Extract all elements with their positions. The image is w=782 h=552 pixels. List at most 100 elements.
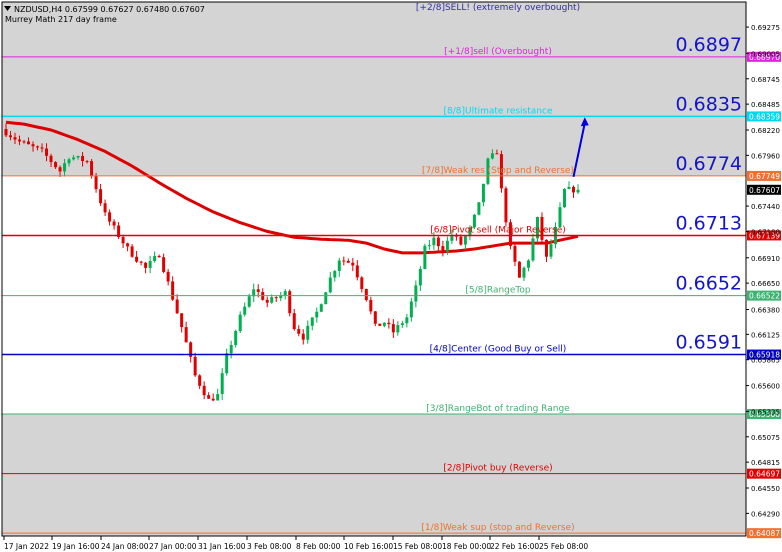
price-axis-label: 0.64815 [751,459,780,467]
level-price-tag-text: 0.64697 [749,470,780,479]
candle-body [544,239,548,257]
candle-body [310,317,314,326]
price-axis-label: 0.64550 [751,485,780,493]
candle-body [108,212,112,222]
murrey-level-label: [+1/8]sell (Overbought) [444,47,552,57]
indicator-subtitle: Murrey Math 217 day frame [5,15,117,24]
candle-body [558,207,562,227]
time-axis-label: 8 Feb 00:00 [296,542,341,551]
candle-body [490,153,494,159]
candle-body [27,141,31,145]
candle-body [504,188,508,223]
level-price-tag-text: 0.64087 [749,529,780,538]
price-axis-label: 0.65335 [751,408,780,416]
candle-body [360,277,364,289]
candle-body [135,256,139,262]
time-axis-label: 17 Jan 2022 [4,542,49,551]
price-target-label: 0.6591 [676,332,742,354]
current-price-tag-text: 0.67607 [749,186,780,195]
candle-body [72,157,76,160]
candle-body [121,237,125,244]
candle-body [328,277,332,293]
candle-body [495,153,499,155]
candle-body [153,255,157,262]
candle-body [220,373,224,395]
price-axis-label: 0.67440 [751,203,780,211]
candle-body [81,155,85,162]
candle-body [180,313,184,328]
price-axis-label: 0.66125 [751,331,780,339]
candle-body [400,323,404,325]
candle-body [477,202,481,215]
candle-body [13,137,17,140]
chart: [+2/8]SELL! (extremely overbought) [+1/8]… [0,0,782,552]
candle-body [265,299,269,303]
price-target-label: 0.6713 [676,212,742,234]
candle-body [36,146,40,148]
candle-body [54,162,58,168]
candle-body [99,189,103,204]
candle-body [414,285,418,302]
candle-body [351,262,355,266]
candle-body [193,356,197,376]
candle-body [522,267,526,278]
price-axis-label: 0.67180 [751,228,780,236]
candle-body [306,325,310,340]
price-axis-label: 0.68745 [751,76,780,84]
candle-body [162,257,166,272]
candle-body [256,289,260,292]
price-axis-label: 0.69275 [751,24,780,32]
price-axis-label: 0.68220 [751,127,780,135]
time-axis-label: 24 Jan 08:00 [101,542,149,551]
candle-body [216,394,220,401]
candle-body [90,161,94,177]
time-axis-label: 10 Feb 16:00 [344,542,393,551]
candle-body [238,314,242,331]
symbol-info: NZDUSD,H4 0.67599 0.67627 0.67480 0.6760… [14,5,205,14]
price-target-label: 0.6835 [676,93,742,115]
time-axis-label: 31 Jan 16:00 [198,542,246,551]
murrey-level-label: [6/8]Pivot sell (Major Reverse) [430,225,566,235]
candle-body [378,323,382,326]
candle-body [324,292,328,305]
candle-body [441,246,445,252]
price-axis-label: 0.69005 [751,50,780,58]
candle-body [297,329,301,334]
candle-body [243,306,247,315]
level-price-tag-text: 0.68359 [749,112,780,121]
candle-body [337,260,341,272]
price-axis-label: 0.67960 [751,152,780,160]
candle-body [333,271,337,278]
murrey-level-label: [2/8]Pivot buy (Reverse) [443,464,552,474]
candle-body [198,375,202,386]
price-target-label: 0.6897 [676,34,742,56]
price-target-label: 0.6652 [676,273,742,295]
candle-body [211,398,215,401]
candle-body [63,163,67,172]
candle-body [292,313,296,330]
candle-body [481,183,485,203]
candle-body [184,327,188,343]
candle-body [22,141,26,143]
candle-body [562,188,566,208]
price-axis-label: 0.66910 [751,255,780,263]
candle-body [391,324,395,333]
candle-body [85,161,89,163]
price-axis-label: 0.66380 [751,306,780,314]
price-target-label: 0.6774 [676,153,742,175]
candle-body [18,139,22,142]
candle-body [373,311,377,324]
candle-body [126,243,130,247]
price-axis-label: 0.65075 [751,434,780,442]
candle-body [382,322,386,326]
candle-body [517,261,521,278]
chart-svg: [+2/8]SELL! (extremely overbought) [+1/8]… [1,1,781,551]
candle-body [94,176,98,190]
candle-body [31,144,35,147]
murrey-level-label: [7/8]Weak res (Stop and Reverse) [422,166,574,176]
time-axis-label: 3 Feb 08:00 [247,542,292,551]
time-axis-label: 27 Jan 00:00 [149,542,197,551]
candle-body [526,260,530,268]
candle-body [270,297,274,303]
candle-body [364,288,368,301]
